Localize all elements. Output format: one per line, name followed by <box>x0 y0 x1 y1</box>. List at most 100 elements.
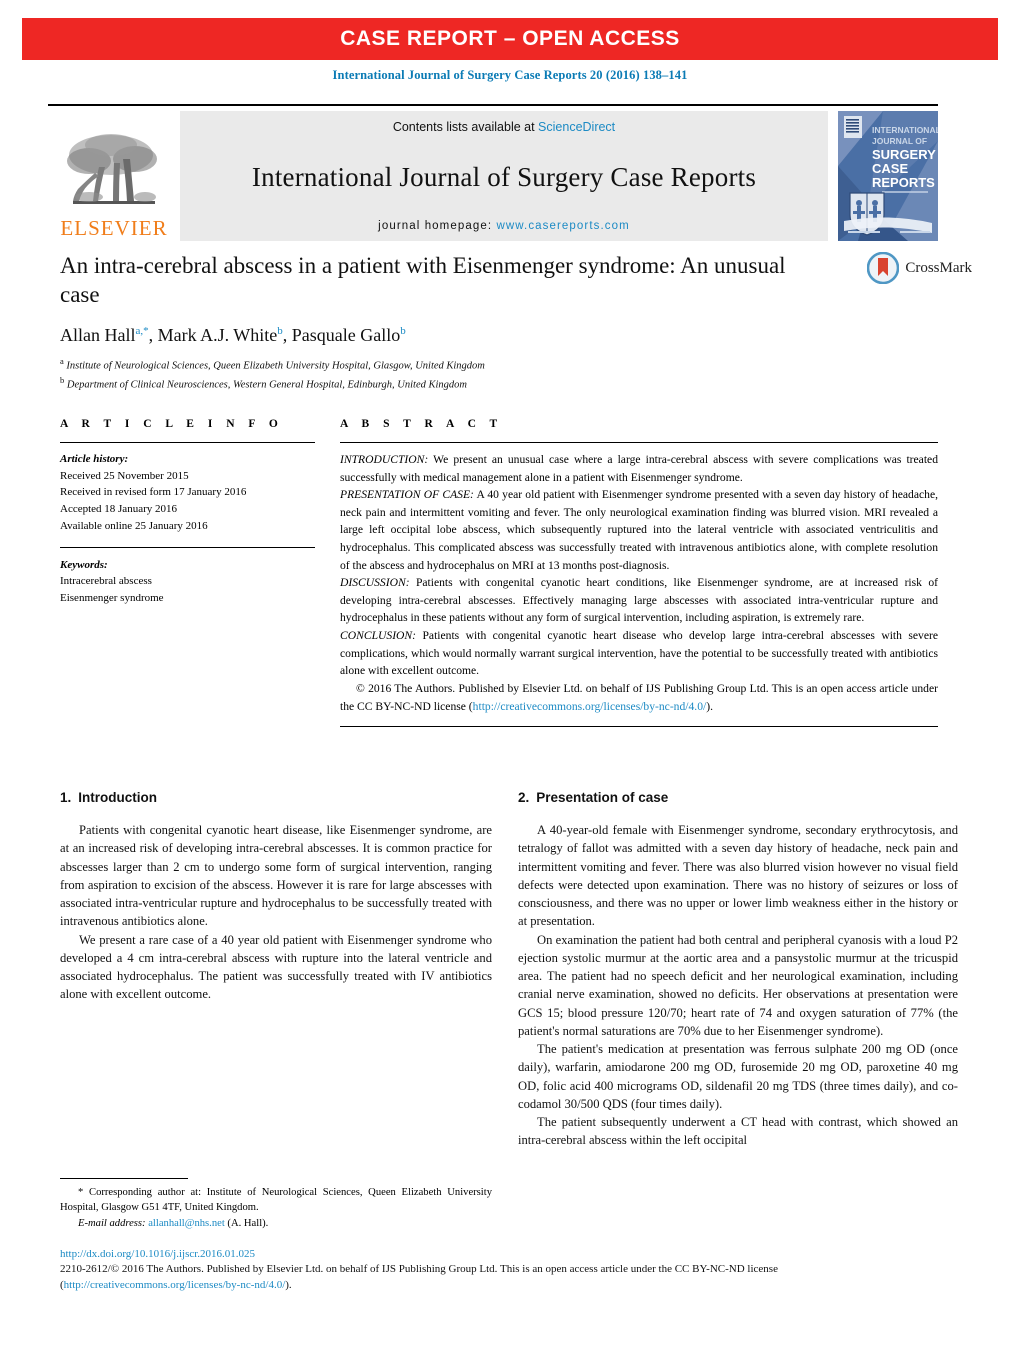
introduction-paragraph-0: Patients with congenital cyanotic heart … <box>60 823 492 929</box>
section-title-1: Introduction <box>78 790 157 805</box>
affiliation-list: a Institute of Neurological Sciences, Qu… <box>60 355 830 394</box>
contents-lists-line: Contents lists available at ScienceDirec… <box>393 120 615 134</box>
abstract-conclusion: CONCLUSION: Patients with congenital cya… <box>340 627 938 680</box>
keywords-label: Keywords: <box>60 558 108 571</box>
footer-license-link-part2[interactable]: creativecommons.org/licenses/by-nc-nd/4.… <box>90 1279 285 1291</box>
abstract-heading: A B S T R A C T <box>340 418 503 430</box>
section-heading-presentation: 2. Presentation of case <box>518 790 958 805</box>
copyright-tail: ). <box>706 699 713 713</box>
article-info-heading: A R T I C L E I N F O <box>60 418 284 430</box>
homepage-url-link[interactable]: www.casereports.com <box>496 220 629 232</box>
abstract-body: INTRODUCTION: We present an unusual case… <box>340 451 938 715</box>
corresponding-author-footnote: * Corresponding author at: Institute of … <box>60 1178 492 1231</box>
history-item-0: Received 25 November 2015 <box>60 469 189 482</box>
sciencedirect-link[interactable]: ScienceDirect <box>538 120 615 134</box>
keyword-1: Eisenmenger syndrome <box>60 592 164 605</box>
body-column-left: 1. Introduction Patients with congenital … <box>60 790 492 1004</box>
abstract-discussion-label: DISCUSSION: <box>340 576 410 590</box>
banner-label: CASE REPORT – OPEN ACCESS <box>340 27 680 50</box>
contents-prefix: Contents lists available at <box>392 120 539 134</box>
abstract-introduction-label: INTRODUCTION: <box>340 453 429 466</box>
article-info-rule <box>60 442 315 443</box>
open-access-banner: CASE REPORT – OPEN ACCESS <box>22 18 998 60</box>
elsevier-wordmark: ELSEVIER <box>60 216 168 240</box>
affiliation-b-marker: b <box>60 374 65 385</box>
article-history-label: Article history: <box>60 453 129 465</box>
history-item-1: Received in revised form 17 January 2016 <box>60 486 247 499</box>
crossmark-badge[interactable]: CrossMark <box>867 252 972 284</box>
history-item-3: Available online 25 January 2016 <box>60 519 208 532</box>
journal-cover-thumbnail[interactable]: INTERNATIONAL JOURNAL OF SURGERY CASE RE… <box>838 111 938 241</box>
introduction-body: Patients with congenital cyanotic heart … <box>60 821 492 1004</box>
section-number-1: 1. <box>60 790 72 805</box>
abstract-introduction: INTRODUCTION: We present an unusual case… <box>340 451 938 486</box>
svg-text:SURGERY: SURGERY <box>872 147 936 162</box>
svg-text:JOURNAL OF: JOURNAL OF <box>872 136 927 146</box>
affiliation-a-marker: a <box>60 355 64 366</box>
abstract-presentation: PRESENTATION OF CASE: A 40 year old pati… <box>340 486 938 574</box>
svg-text:INTERNATIONAL: INTERNATIONAL <box>872 125 938 135</box>
footnote-body: * Corresponding author at: Institute of … <box>60 1185 492 1231</box>
author-3-affil-marker: b <box>400 324 406 337</box>
elsevier-tree-icon <box>67 134 157 204</box>
email-line: E-mail address: allanhall@nhs.net (A. Ha… <box>60 1216 492 1231</box>
issn-tail: ). <box>285 1278 292 1291</box>
doi-link[interactable]: http://dx.doi.org/10.1016/j.ijscr.2016.0… <box>60 1248 960 1260</box>
elsevier-logo: ELSEVIER <box>48 111 180 241</box>
abstract-column: A B S T R A C T INTRODUCTION: We present… <box>340 418 938 728</box>
abstract-presentation-label: PRESENTATION OF CASE: <box>340 488 474 502</box>
abstract-discussion: DISCUSSION: Patients with congenital cya… <box>340 574 938 627</box>
email-label: E-mail address: <box>78 1217 146 1229</box>
keyword-0: Intracerebral abscess <box>60 575 152 588</box>
journal-masthead: ELSEVIER Contents lists available at Sci… <box>48 104 938 241</box>
email-suffix: (A. Hall). <box>224 1217 269 1229</box>
email-link[interactable]: allanhall@nhs.net <box>148 1218 225 1229</box>
article-info-column: A R T I C L E I N F O Article history: R… <box>60 418 315 607</box>
footnote-divider <box>60 1178 188 1179</box>
article-history-block: Article history: Received 25 November 20… <box>60 451 315 535</box>
journal-cover-icon: INTERNATIONAL JOURNAL OF SURGERY CASE RE… <box>838 111 938 241</box>
abstract-bottom-rule <box>340 726 938 728</box>
journal-reference-line: International Journal of Surgery Case Re… <box>332 68 688 82</box>
abstract-rule <box>340 442 938 443</box>
affiliation-b-text: Department of Clinical Neurosciences, We… <box>66 379 468 391</box>
author-1-affil-marker: a,* <box>135 324 149 337</box>
issn-copyright-line: 2210-2612/© 2016 The Authors. Published … <box>60 1262 960 1293</box>
page-footer: http://dx.doi.org/10.1016/j.ijscr.2016.0… <box>60 1248 960 1293</box>
presentation-body: A 40-year-old female with Eisenmenger sy… <box>518 821 958 1150</box>
abstract-copyright: © 2016 The Authors. Published by Elsevie… <box>340 680 938 715</box>
abstract-discussion-text: Patients with congenital cyanotic heart … <box>340 576 938 625</box>
author-1[interactable]: Allan Halla,* <box>60 325 149 345</box>
title-block: An intra-cerebral abscess in a patient w… <box>60 252 830 393</box>
presentation-paragraph-0: A 40-year-old female with Eisenmenger sy… <box>518 823 958 929</box>
homepage-prefix: journal homepage: <box>378 220 497 232</box>
license-link[interactable]: http://creativecommons.org/licenses/by-n… <box>473 700 707 713</box>
abstract-introduction-text: We present an unusual case where a large… <box>340 453 938 484</box>
journal-title: International Journal of Surgery Case Re… <box>251 161 757 192</box>
section-title-2: Presentation of case <box>536 790 669 805</box>
presentation-paragraph-2: The patient's medication at presentation… <box>518 1042 958 1111</box>
section-heading-introduction: 1. Introduction <box>60 790 492 805</box>
paper-title: An intra-cerebral abscess in a patient w… <box>60 253 786 307</box>
author-3[interactable]: Pasquale Gallob <box>292 325 406 345</box>
footer-license-link-part1[interactable]: http:// <box>64 1279 90 1291</box>
affiliation-a: a Institute of Neurological Sciences, Qu… <box>60 355 830 374</box>
author-2[interactable]: Mark A.J. Whiteb <box>158 325 283 345</box>
svg-text:REPORTS: REPORTS <box>872 175 935 190</box>
author-list: Allan Halla,*, Mark A.J. Whiteb, Pasqual… <box>60 325 830 346</box>
keywords-block: Keywords: Intracerebral abscess Eisenmen… <box>60 546 315 607</box>
masthead-center-panel: Contents lists available at ScienceDirec… <box>180 111 828 241</box>
introduction-paragraph-1: We present a rare case of a 40 year old … <box>60 932 492 1002</box>
section-number-2: 2. <box>518 790 530 805</box>
crossmark-icon <box>867 252 900 284</box>
history-item-2: Accepted 18 January 2016 <box>60 503 177 516</box>
author-separator-2: , <box>282 324 292 345</box>
presentation-paragraph-1: On examination the patient had both cent… <box>518 932 958 1038</box>
journal-homepage-line: journal homepage: www.casereports.com <box>378 220 630 232</box>
abstract-conclusion-label: CONCLUSION: <box>340 629 417 643</box>
corresponding-author-text: * Corresponding author at: Institute of … <box>60 1187 492 1214</box>
body-column-right: 2. Presentation of case A 40-year-old fem… <box>518 790 958 1150</box>
affiliation-b: b Department of Clinical Neurosciences, … <box>60 374 830 393</box>
svg-text:CASE: CASE <box>872 161 908 176</box>
abstract-conclusion-text: Patients with congenital cyanotic heart … <box>340 629 938 678</box>
